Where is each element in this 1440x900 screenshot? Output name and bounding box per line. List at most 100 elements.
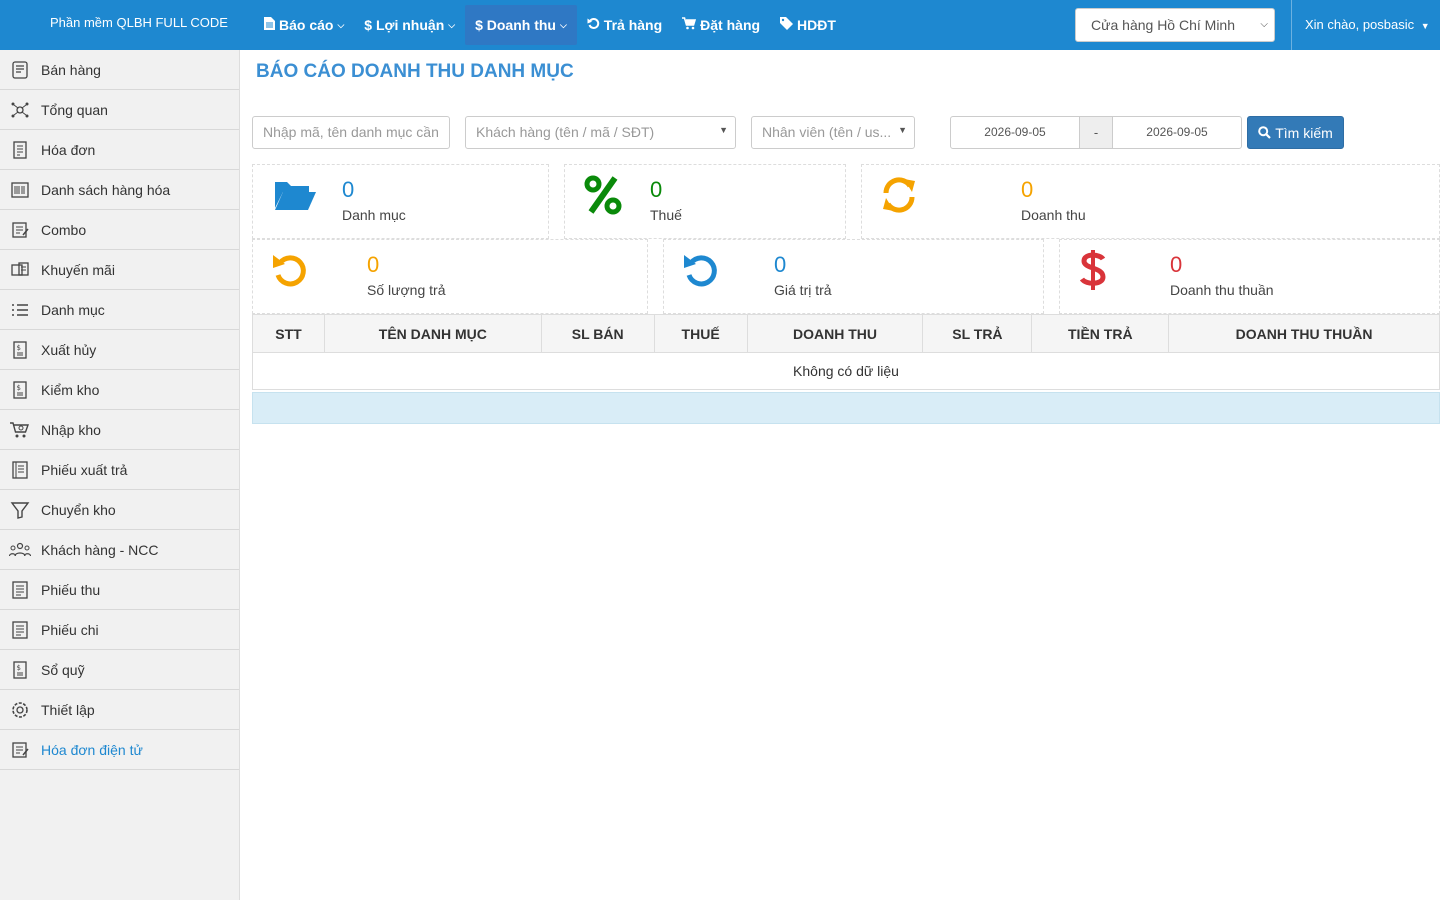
- chevron-down-icon: ⌵: [448, 19, 456, 30]
- store-select[interactable]: Cửa hàng Hồ Chí Minh ⌵: [1075, 8, 1275, 42]
- search-icon: [1258, 126, 1271, 139]
- folder-open-icon: [273, 178, 317, 215]
- stat-tax-value: 0: [650, 177, 663, 202]
- svg-text:$: $: [17, 664, 21, 672]
- staff-select[interactable]: Nhân viên (tên / us... ▼: [751, 116, 915, 149]
- nav-orders[interactable]: Đặt hàng: [672, 5, 770, 45]
- search-button[interactable]: Tìm kiếm: [1247, 116, 1344, 149]
- e-invoice-icon: [8, 738, 32, 762]
- sidebar-item-settings[interactable]: Thiết lập: [0, 690, 239, 730]
- register-icon: [8, 58, 32, 82]
- stat-return-value: 0 Giá trị trả: [663, 239, 1044, 314]
- date-to-input[interactable]: 2026-09-05: [1112, 116, 1242, 149]
- stat-return-value-value: 0: [774, 252, 787, 277]
- receipt-icon: [8, 578, 32, 602]
- nav-profit[interactable]: $ Lợi nhuận ⌵: [354, 5, 465, 45]
- sidebar: Bán hàng Tổng quan Hóa đơn Danh sách hàn…: [0, 50, 240, 900]
- sidebar-item-import[interactable]: Nhập kho: [0, 410, 239, 450]
- staff-select-placeholder: Nhân viên (tên / us...: [762, 124, 892, 140]
- nav-einvoice[interactable]: HDĐT: [770, 5, 846, 45]
- column-header-return-amount[interactable]: TIỀN TRẢ: [1031, 314, 1170, 353]
- sidebar-item-return-slip[interactable]: Phiếu xuất trả: [0, 450, 239, 490]
- sidebar-item-products[interactable]: Danh sách hàng hóa: [0, 170, 239, 210]
- sidebar-item-combo[interactable]: Combo: [0, 210, 239, 250]
- sidebar-item-label: Sổ quỹ: [41, 661, 85, 678]
- sidebar-item-transfer[interactable]: Chuyển kho: [0, 490, 239, 530]
- customer-select[interactable]: Khách hàng (tên / mã / SĐT) ▼: [465, 116, 736, 149]
- sidebar-item-label: Chuyển kho: [41, 501, 116, 518]
- sidebar-item-label: Hóa đơn điện tử: [41, 741, 143, 758]
- table-row: Không có dữ liệu: [252, 352, 1440, 390]
- sidebar-item-label: Khách hàng - NCC: [41, 541, 159, 558]
- sidebar-item-export-cancel[interactable]: $ Xuất hủy: [0, 330, 239, 370]
- cart-import-icon: [8, 418, 32, 442]
- file-icon: [264, 17, 275, 33]
- column-header-stt[interactable]: STT: [252, 314, 325, 353]
- sidebar-item-e-invoice[interactable]: Hóa đơn điện tử: [0, 730, 239, 770]
- payment-icon: [8, 618, 32, 642]
- sidebar-item-customers[interactable]: Khách hàng - NCC: [0, 530, 239, 570]
- sidebar-item-invoices[interactable]: Hóa đơn: [0, 130, 239, 170]
- category-search-input[interactable]: Nhập mã, tên danh mục cần: [252, 116, 450, 149]
- caret-down-icon: ▼: [719, 125, 728, 135]
- svg-text:$: $: [17, 384, 21, 392]
- tag-icon: [780, 17, 794, 33]
- nav-returns[interactable]: Trả hàng: [577, 5, 672, 45]
- customer-select-placeholder: Khách hàng (tên / mã / SĐT): [476, 124, 655, 140]
- column-header-qty-sold[interactable]: SL BÁN: [540, 314, 655, 353]
- customers-icon: [8, 538, 32, 562]
- stat-return-qty-label: Số lượng trả: [367, 282, 446, 298]
- app-brand[interactable]: Phần mềm QLBH FULL CODE: [50, 15, 228, 30]
- sidebar-item-promotions[interactable]: Khuyến mãi: [0, 250, 239, 290]
- sidebar-item-label: Hóa đơn: [41, 141, 96, 158]
- nav-divider: [1291, 0, 1292, 50]
- nav-reports[interactable]: Báo cáo ⌵: [254, 5, 354, 45]
- table-header-row: STT TÊN DANH MỤC SL BÁN THUẾ DOANH THU S…: [252, 314, 1440, 353]
- nav-revenue[interactable]: $ Doanh thu ⌵: [465, 5, 577, 45]
- sidebar-item-label: Danh mục: [41, 301, 105, 318]
- sidebar-item-label: Danh sách hàng hóa: [41, 181, 171, 198]
- page-title: BÁO CÁO DOANH THU DANH MỤC: [256, 61, 574, 82]
- column-header-category-name[interactable]: TÊN DANH MỤC: [323, 314, 542, 353]
- sidebar-item-categories[interactable]: Danh mục: [0, 290, 239, 330]
- sidebar-item-cashbook[interactable]: $ Sổ quỹ: [0, 650, 239, 690]
- column-header-revenue[interactable]: DOANH THU: [746, 314, 924, 353]
- top-navbar: Phần mềm QLBH FULL CODE Báo cáo ⌵ $ Lợi …: [0, 0, 1440, 50]
- date-to-value: 2026-09-05: [1146, 125, 1208, 139]
- stat-tax: 0 Thuế: [564, 164, 846, 239]
- return-slip-icon: [8, 458, 32, 482]
- stat-revenue-label: Doanh thu: [1021, 207, 1086, 223]
- sidebar-item-label: Khuyến mãi: [41, 261, 115, 278]
- stat-categories: 0 Danh mục: [252, 164, 549, 239]
- sidebar-item-payments[interactable]: Phiếu chi: [0, 610, 239, 650]
- date-from-value: 2026-09-05: [984, 125, 1046, 139]
- sidebar-item-sales[interactable]: Bán hàng: [0, 50, 239, 90]
- stat-net-revenue-label: Doanh thu thuần: [1170, 282, 1274, 298]
- sidebar-item-receipts[interactable]: Phiếu thu: [0, 570, 239, 610]
- sidebar-item-label: Nhập kho: [41, 421, 101, 438]
- user-menu[interactable]: Xin chào, posbasic ▼: [1305, 17, 1430, 32]
- chevron-down-icon: ⌵: [559, 19, 567, 30]
- chevron-down-icon: ⌵: [1260, 19, 1268, 30]
- chevron-down-icon: ⌵: [337, 19, 345, 30]
- nav-revenue-label: $ Doanh thu: [475, 17, 556, 33]
- stat-revenue: 0 Doanh thu: [861, 164, 1440, 239]
- stat-net-revenue-value: 0: [1170, 252, 1183, 277]
- nav-orders-label: Đặt hàng: [700, 17, 761, 33]
- column-header-qty-returned[interactable]: SL TRẢ: [922, 314, 1033, 353]
- nav-reports-label: Báo cáo: [279, 17, 334, 33]
- caret-down-icon: ▼: [898, 125, 907, 135]
- sidebar-item-label: Phiếu chi: [41, 621, 99, 638]
- promotion-icon: [8, 258, 32, 282]
- list-icon: [8, 298, 32, 322]
- cart-icon: [682, 17, 697, 33]
- sidebar-item-stock-check[interactable]: $ Kiểm kho: [0, 370, 239, 410]
- column-header-tax[interactable]: THUẾ: [653, 314, 748, 353]
- stat-net-revenue: 0 Doanh thu thuần: [1059, 239, 1440, 314]
- date-from-input[interactable]: 2026-09-05: [950, 116, 1080, 149]
- nav-einvoice-label: HDĐT: [797, 17, 836, 33]
- sidebar-item-overview[interactable]: Tổng quan: [0, 90, 239, 130]
- sidebar-item-label: Phiếu thu: [41, 581, 101, 598]
- funnel-icon: [8, 498, 32, 522]
- column-header-net-revenue[interactable]: DOANH THU THUẦN: [1168, 314, 1440, 353]
